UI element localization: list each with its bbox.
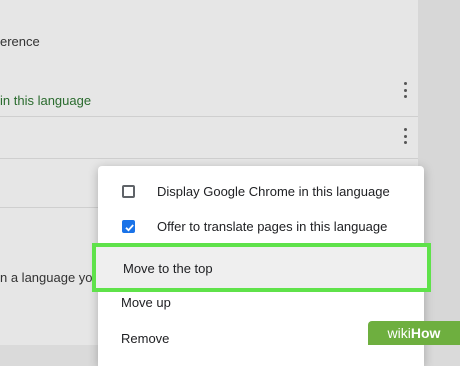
offer-translate-checkbox[interactable]: [122, 219, 135, 233]
display-chrome-checkbox[interactable]: [122, 184, 135, 198]
menu-item-offer-translate[interactable]: Offer to translate pages in this languag…: [98, 209, 424, 243]
menu-item-label: Offer to translate pages in this languag…: [157, 218, 388, 234]
language-status-text: in this language: [0, 93, 92, 108]
wikihow-watermark: wiki How: [368, 321, 460, 345]
more-actions-icon[interactable]: [398, 80, 412, 100]
watermark-part: How: [410, 325, 441, 341]
menu-item-move-to-top[interactable]: Move to the top: [92, 243, 431, 292]
divider: [0, 116, 418, 117]
menu-item-label: Move up: [121, 294, 171, 310]
watermark-part: wiki: [387, 325, 411, 341]
menu-item-display-chrome[interactable]: Display Google Chrome in this language: [98, 174, 424, 208]
menu-item-label: Remove: [121, 330, 170, 346]
divider: [0, 158, 418, 159]
scroll-gutter: [418, 0, 460, 345]
menu-item-label: Display Google Chrome in this language: [157, 183, 390, 199]
more-actions-icon[interactable]: [398, 126, 412, 146]
menu-item-label: Move to the top: [123, 261, 213, 276]
checkmark-icon: [125, 223, 134, 232]
language-description-text: erence: [0, 34, 40, 49]
